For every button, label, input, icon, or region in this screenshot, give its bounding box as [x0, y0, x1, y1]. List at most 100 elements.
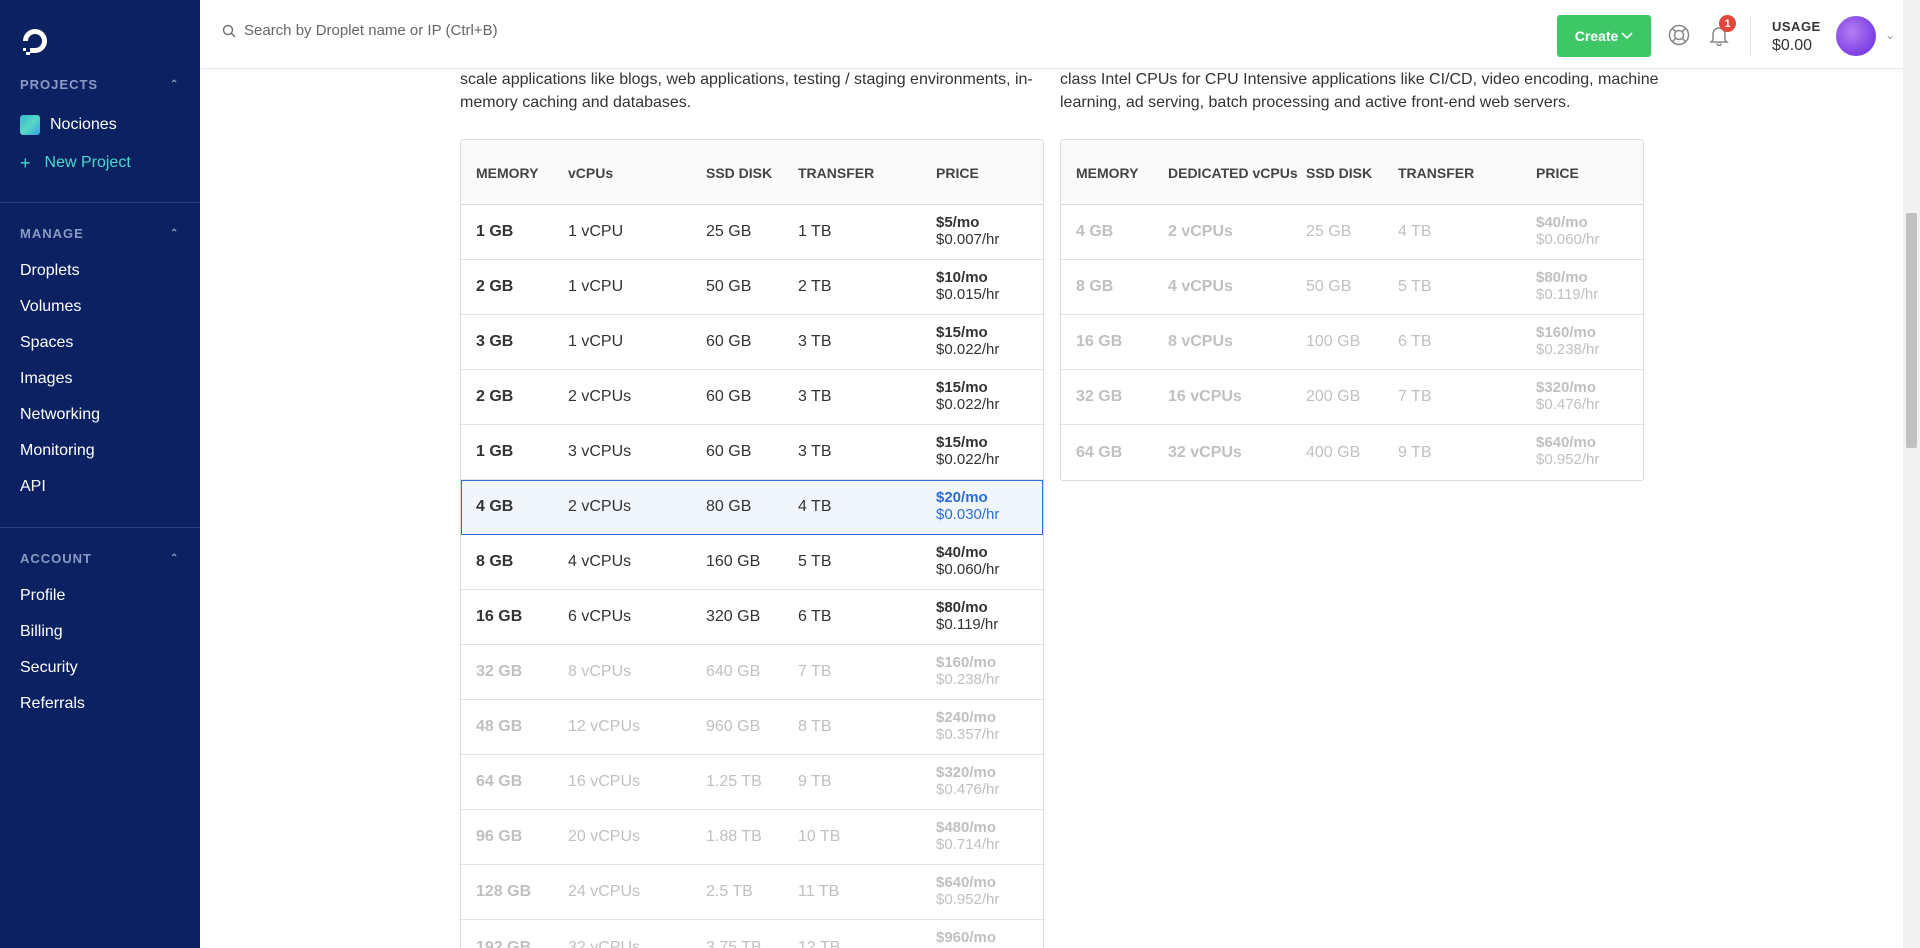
transfer-cell: 1 TB — [798, 223, 832, 240]
chevron-up-icon: ⌃ — [170, 79, 180, 90]
memory-cell: 64 GB — [1076, 443, 1123, 461]
sidebar-item-billing[interactable]: Billing — [0, 614, 200, 650]
transfer-cell: 4 TB — [1398, 223, 1432, 240]
column-header-memory[interactable]: MEMORY — [476, 140, 538, 205]
chevron-down-icon[interactable]: ⌄ — [1885, 28, 1895, 42]
manage-heading[interactable]: MANAGE ⌃ — [0, 223, 200, 243]
sidebar-item-project-nociones[interactable]: Nociones — [0, 107, 200, 143]
table-row[interactable]: 1 GB 1 vCPU 25 GB 1 TB $5/mo $0.007/hr — [461, 205, 1043, 260]
column-header-dedicated-vcpus[interactable]: DEDICATED vCPUs — [1168, 140, 1298, 205]
price-monthly: $15/mo — [936, 324, 988, 341]
price-cell: $320/mo $0.476/hr — [1536, 379, 1599, 413]
account-heading-label: ACCOUNT — [20, 550, 92, 566]
ssd-disk-cell: 640 GB — [706, 663, 761, 680]
sidebar-divider — [0, 202, 200, 203]
new-project-link[interactable]: + New Project — [0, 145, 200, 181]
chevron-up-icon: ⌃ — [170, 553, 180, 564]
avatar[interactable] — [1836, 16, 1876, 56]
price-cell: $240/mo $0.357/hr — [936, 709, 999, 743]
transfer-cell: 9 TB — [1398, 443, 1432, 461]
price-hourly: $0.007/hr — [936, 231, 1000, 248]
vcpus-cell: 1 vCPU — [568, 278, 624, 295]
table-row[interactable]: 8 GB 4 vCPUs 50 GB 5 TB $80/mo $0.119/hr — [1061, 260, 1643, 315]
price-cell: $15/mo $0.022/hr — [936, 379, 999, 413]
column-header-vcpus[interactable]: vCPUs — [568, 140, 613, 205]
transfer-cell: 3 TB — [798, 443, 832, 460]
sidebar-item-label: Networking — [20, 406, 101, 423]
sidebar-item-label: Volumes — [20, 298, 82, 315]
sidebar-item-security[interactable]: Security — [0, 650, 200, 686]
projects-heading[interactable]: PROJECTS ⌃ — [0, 74, 200, 94]
table-row[interactable]: 32 GB 8 vCPUs 640 GB 7 TB $160/mo $0.238/hr — [461, 645, 1043, 700]
table-row[interactable]: 32 GB 16 vCPUs 200 GB 7 TB $320/mo $0.476/hr — [1061, 370, 1643, 425]
table-row[interactable]: 8 GB 4 vCPUs 160 GB 5 TB $40/mo $0.060/hr — [461, 535, 1043, 590]
table-row[interactable]: 64 GB 16 vCPUs 1.25 TB 9 TB $320/mo $0.476/hr — [461, 755, 1043, 810]
price-hourly: $0.238/hr — [1536, 341, 1600, 358]
table-row[interactable]: 48 GB 12 vCPUs 960 GB 8 TB $240/mo $0.357/hr — [461, 700, 1043, 755]
ssd-disk-cell: 25 GB — [1306, 223, 1352, 240]
column-header-transfer[interactable]: TRANSFER — [798, 140, 874, 205]
account-heading[interactable]: ACCOUNT ⌃ — [0, 548, 200, 568]
column-header-memory[interactable]: MEMORY — [1076, 140, 1138, 205]
account-section: ACCOUNT ⌃ Profile Billing Security Refer… — [0, 548, 200, 722]
price-hourly: $0.476/hr — [936, 781, 1000, 798]
project-label: Nociones — [50, 116, 117, 133]
sidebar-item-referrals[interactable]: Referrals — [0, 686, 200, 722]
table-row[interactable]: 4 GB 2 vCPUs 80 GB 4 TB $20/mo $0.030/hr — [461, 480, 1043, 535]
price-monthly: $320/mo — [1536, 379, 1597, 396]
search-placeholder: Search by Droplet name or IP (Ctrl+B) — [244, 22, 498, 39]
sidebar-item-monitoring[interactable]: Monitoring — [0, 433, 200, 469]
table-row[interactable]: 2 GB 2 vCPUs 60 GB 3 TB $15/mo $0.022/hr — [461, 370, 1043, 425]
price-hourly: $0.060/hr — [936, 561, 1000, 578]
table-row[interactable]: 4 GB 2 vCPUs 25 GB 4 TB $40/mo $0.060/hr — [1061, 205, 1643, 260]
table-row[interactable]: 64 GB 32 vCPUs 400 GB 9 TB $640/mo $0.952/hr — [1061, 425, 1643, 480]
column-header-transfer[interactable]: TRANSFER — [1398, 140, 1474, 205]
sidebar-item-droplets[interactable]: Droplets — [0, 253, 200, 289]
table-row[interactable]: 16 GB 8 vCPUs 100 GB 6 TB $160/mo $0.238/hr — [1061, 315, 1643, 370]
scrollbar-thumb[interactable] — [1906, 213, 1917, 448]
price-monthly: $15/mo — [936, 434, 988, 451]
ssd-disk-cell: 50 GB — [706, 278, 752, 295]
sidebar-item-networking[interactable]: Networking — [0, 397, 200, 433]
search-input[interactable]: Search by Droplet name or IP (Ctrl+B) — [222, 22, 498, 39]
table-row[interactable]: 128 GB 24 vCPUs 2.5 TB 11 TB $640/mo $0.952/h… — [461, 865, 1043, 920]
table-row[interactable]: 96 GB 20 vCPUs 1.88 TB 10 TB $480/mo $0.714/h… — [461, 810, 1043, 865]
column-header-ssd-disk[interactable]: SSD DISK — [1306, 140, 1372, 205]
memory-cell: 2 GB — [476, 278, 514, 295]
table-body: 1 GB 1 vCPU 25 GB 1 TB $5/mo $0.007/hr 2 GB 1 v… — [461, 205, 1043, 948]
transfer-cell: 3 TB — [798, 388, 832, 405]
description-line: memory caching and databases. — [460, 94, 692, 111]
memory-cell: 64 GB — [476, 773, 523, 790]
cpu-optimized-description: class Intel CPUs for CPU Intensive appli… — [1060, 68, 1660, 114]
sidebar-item-label: API — [20, 478, 46, 495]
table-header: MEMORY DEDICATED vCPUs SSD DISK TRANSFER… — [1061, 140, 1643, 205]
sidebar-item-profile[interactable]: Profile — [0, 578, 200, 614]
table-row[interactable]: 2 GB 1 vCPU 50 GB 2 TB $10/mo $0.015/hr — [461, 260, 1043, 315]
help-icon[interactable] — [1668, 24, 1690, 46]
create-button[interactable]: Create — [1557, 15, 1651, 57]
vcpus-cell: 16 vCPUs — [568, 773, 641, 790]
ssd-disk-cell: 400 GB — [1306, 443, 1361, 461]
sidebar-item-api[interactable]: API — [0, 469, 200, 505]
sidebar-item-spaces[interactable]: Spaces — [0, 325, 200, 361]
usage-value[interactable]: $0.00 — [1772, 37, 1812, 55]
transfer-cell: 4 TB — [798, 498, 832, 515]
table-row[interactable]: 16 GB 6 vCPUs 320 GB 6 TB $80/mo $0.119/hr — [461, 590, 1043, 645]
table-row[interactable]: 3 GB 1 vCPU 60 GB 3 TB $15/mo $0.022/hr — [461, 315, 1043, 370]
scrollbar-track[interactable] — [1903, 0, 1920, 948]
column-header-ssd-disk[interactable]: SSD DISK — [706, 140, 772, 205]
column-header-price[interactable]: PRICE — [1536, 140, 1579, 205]
memory-cell: 4 GB — [1076, 223, 1114, 240]
price-hourly: $0.022/hr — [936, 341, 1000, 358]
sidebar-item-volumes[interactable]: Volumes — [0, 289, 200, 325]
table-row[interactable]: 192 GB 32 vCPUs 3.75 TB 12 TB $960/mo — [461, 920, 1043, 948]
column-header-price[interactable]: PRICE — [936, 140, 979, 205]
projects-heading-label: PROJECTS — [20, 76, 99, 92]
table-row[interactable]: 1 GB 3 vCPUs 60 GB 3 TB $15/mo $0.022/hr — [461, 425, 1043, 480]
digitalocean-logo-icon[interactable] — [19, 25, 51, 57]
vcpus-cell: 20 vCPUs — [568, 828, 641, 845]
projects-section: PROJECTS ⌃ Nociones + New Project — [0, 74, 200, 181]
ssd-disk-cell: 1.25 TB — [706, 773, 762, 790]
sidebar-item-images[interactable]: Images — [0, 361, 200, 397]
ssd-disk-cell: 25 GB — [706, 223, 752, 240]
